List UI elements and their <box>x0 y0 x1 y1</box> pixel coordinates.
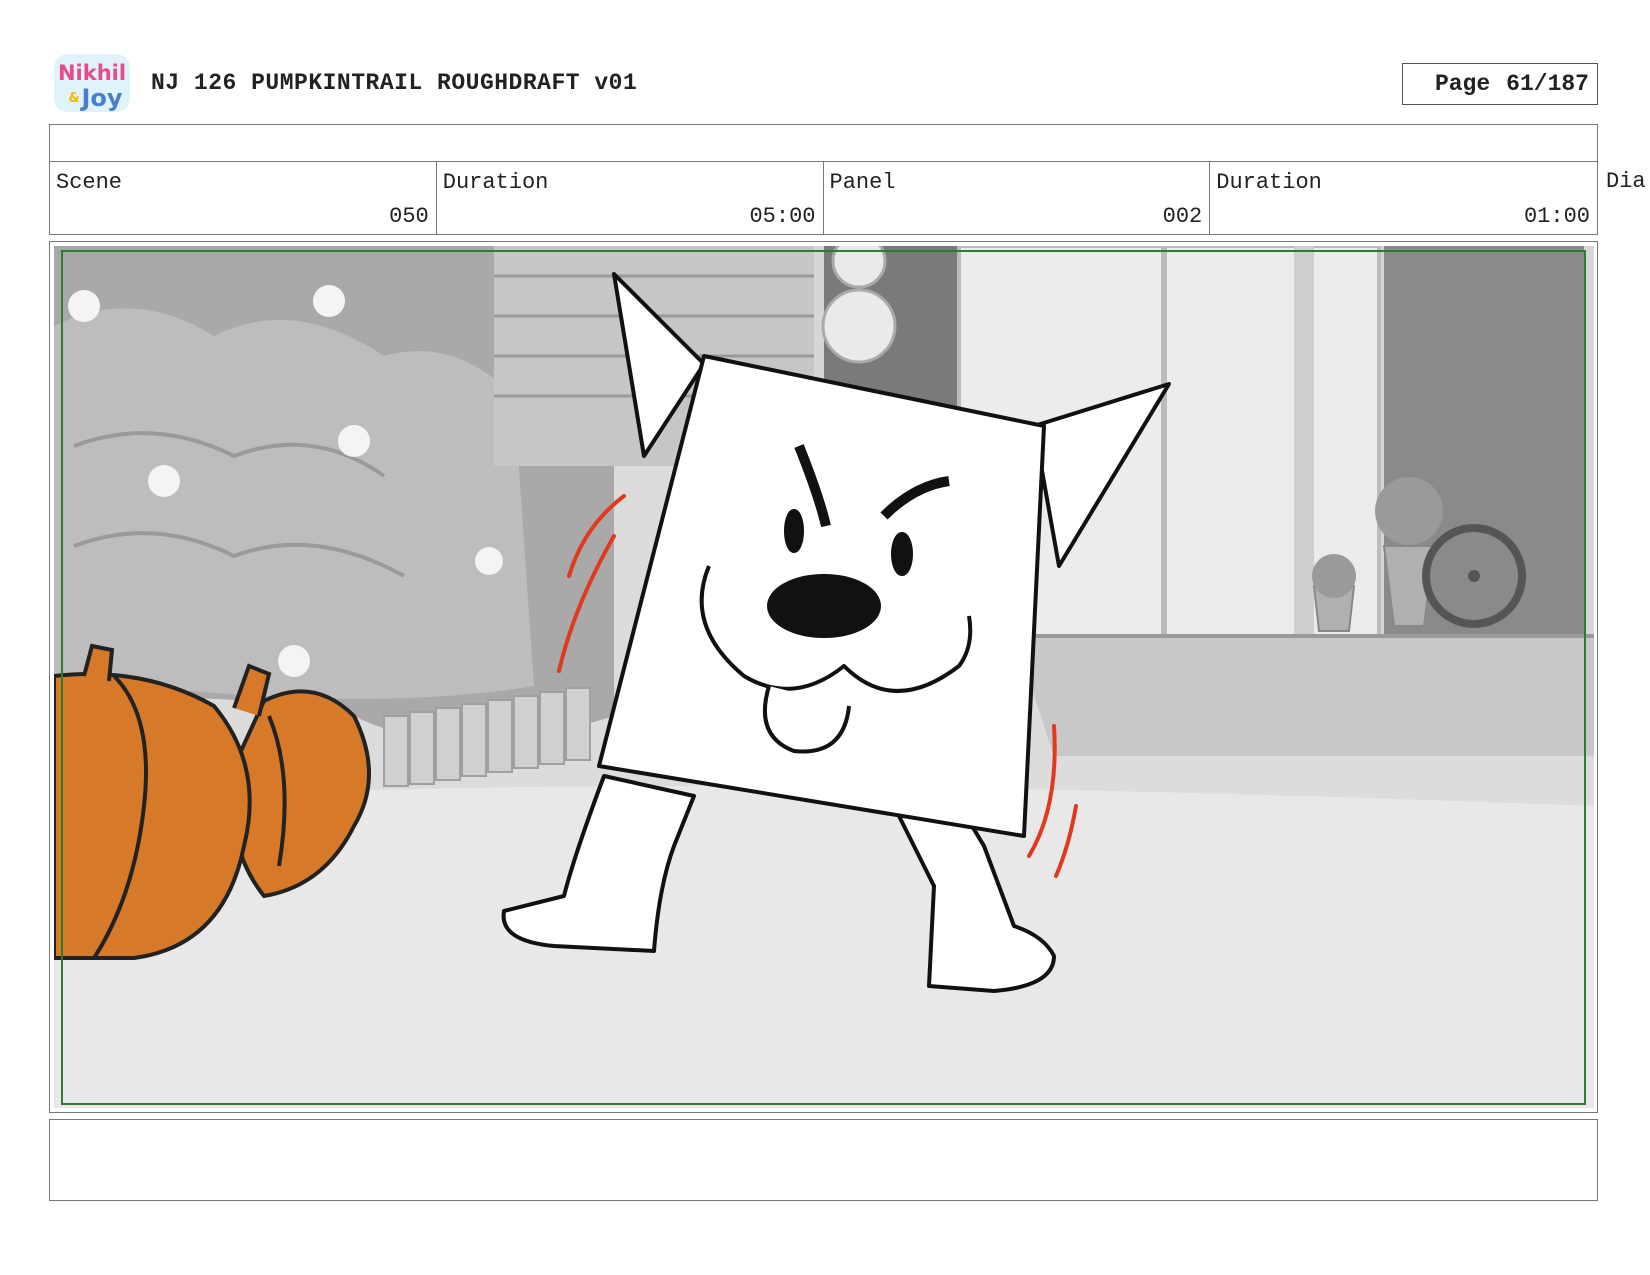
svg-text:Joy: Joy <box>79 84 122 112</box>
nikhil-joy-logo: Nikhil & Joy <box>52 50 134 116</box>
scene-duration-label: Duration <box>442 170 549 195</box>
panel-duration-value: 01:00 <box>1523 204 1590 229</box>
document-title: NJ 126 PUMPKINTRAIL ROUGHDRAFT v01 <box>151 70 638 96</box>
header-strip <box>49 124 1598 162</box>
scene-duration-field: Duration 05:00 <box>437 162 824 234</box>
svg-text:Nikhil: Nikhil <box>58 61 126 85</box>
scene-value: 050 <box>389 204 429 229</box>
page-number: 61/187 <box>1506 71 1589 97</box>
page-label: Page <box>1434 71 1491 97</box>
info-fields: Scene 050 Duration 05:00 Panel 002 Durat… <box>49 161 1598 235</box>
scene-field: Scene 050 <box>50 162 437 234</box>
panel-duration-label: Duration <box>1216 170 1322 195</box>
svg-text:&: & <box>68 91 79 106</box>
panel-label: Panel <box>829 170 896 195</box>
dialogue-label: Dia <box>1606 169 1646 194</box>
scene-duration-value: 05:00 <box>749 204 816 229</box>
panel-duration-field: Duration 01:00 <box>1210 162 1597 234</box>
page-indicator: Page 61/187 <box>1402 63 1598 105</box>
panel-value: 002 <box>1162 204 1203 229</box>
storyboard-panel-image <box>54 246 1594 1108</box>
notes-box[interactable] <box>49 1119 1598 1201</box>
panel-field: Panel 002 <box>824 162 1211 234</box>
scene-label: Scene <box>56 170 123 195</box>
